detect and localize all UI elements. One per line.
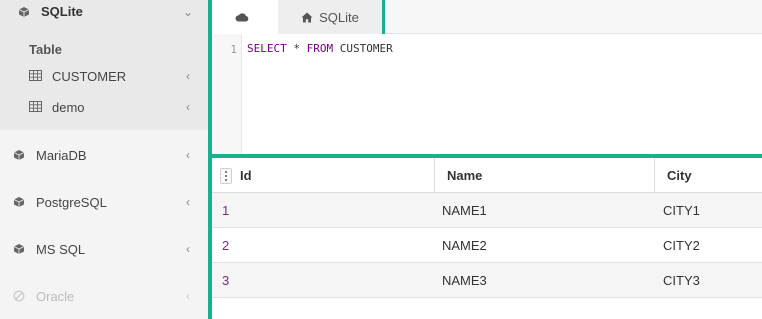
chevron-left-icon: ‹ bbox=[186, 69, 190, 83]
tab-cloud[interactable] bbox=[212, 0, 278, 34]
sidebar-item-postgresql[interactable]: PostgreSQL ‹ bbox=[0, 191, 208, 213]
tab-label: SQLite bbox=[319, 9, 359, 25]
cube-icon bbox=[17, 5, 31, 19]
home-icon bbox=[301, 12, 313, 23]
cube-icon bbox=[12, 242, 26, 256]
cube-icon bbox=[12, 148, 26, 162]
table-row[interactable]: 2 NAME2 CITY2 bbox=[212, 228, 762, 263]
sql-query[interactable]: SELECT * FROM CUSTOMER bbox=[247, 42, 393, 55]
cell-name: NAME3 bbox=[442, 273, 487, 288]
chevron-left-icon: ‹ bbox=[186, 289, 190, 303]
sidebar-item-label: SQLite bbox=[41, 4, 83, 19]
sidebar-item-demo[interactable]: demo ‹ bbox=[29, 97, 208, 117]
table-section-label: Table bbox=[29, 42, 62, 57]
sidebar-item-label: PostgreSQL bbox=[36, 194, 107, 210]
keyword-select: SELECT bbox=[247, 42, 287, 55]
sql-editor[interactable]: 1 SELECT * FROM CUSTOMER bbox=[212, 34, 762, 154]
cell-city: CITY1 bbox=[663, 203, 700, 218]
chevron-left-icon: ‹ bbox=[186, 100, 190, 114]
column-header-city[interactable]: City bbox=[667, 158, 692, 193]
ban-icon bbox=[12, 289, 26, 303]
sidebar-item-mariadb[interactable]: MariaDB ‹ bbox=[0, 144, 208, 166]
sidebar-item-customer[interactable]: CUSTOMER ‹ bbox=[29, 66, 208, 86]
cell-id: 3 bbox=[222, 273, 230, 288]
sidebar-item-mssql[interactable]: MS SQL ‹ bbox=[0, 238, 208, 260]
cell-city: CITY2 bbox=[663, 238, 700, 253]
cell-name: NAME2 bbox=[442, 238, 487, 253]
tab-bar: SQLite bbox=[212, 0, 762, 34]
results-grid: Id Name City 1 NAME1 CITY1 2 NAME2 CITY2… bbox=[212, 158, 762, 319]
chevron-left-icon: ‹ bbox=[186, 148, 190, 162]
active-tab-border bbox=[382, 0, 385, 34]
column-header-id[interactable]: Id bbox=[240, 158, 252, 193]
cell-id: 2 bbox=[222, 238, 230, 253]
tab-sqlite[interactable]: SQLite bbox=[278, 0, 382, 34]
sidebar-item-oracle: Oracle ‹ bbox=[0, 285, 208, 307]
keyword-from: FROM bbox=[306, 42, 334, 55]
cell-city: CITY3 bbox=[663, 273, 700, 288]
sidebar-item-label: CUSTOMER bbox=[52, 68, 127, 84]
query-star: * bbox=[286, 42, 307, 55]
grid-header: Id Name City bbox=[212, 158, 762, 193]
sidebar-item-label: MS SQL bbox=[36, 241, 86, 257]
column-menu-button[interactable] bbox=[220, 168, 232, 184]
sidebar-item-label: MariaDB bbox=[36, 147, 87, 163]
cell-id: 1 bbox=[222, 203, 230, 218]
sidebar-item-label: demo bbox=[52, 99, 85, 115]
table-row[interactable]: 1 NAME1 CITY1 bbox=[212, 193, 762, 228]
column-divider[interactable] bbox=[654, 158, 655, 193]
table-row[interactable]: 3 NAME3 CITY3 bbox=[212, 263, 762, 298]
chevron-left-icon: ‹ bbox=[186, 242, 190, 256]
sidebar: SQLite ⌄ Table CUSTOMER ‹ demo ‹ MariaDB… bbox=[0, 0, 208, 319]
cube-icon bbox=[12, 195, 26, 209]
line-number: 1 bbox=[230, 43, 237, 56]
table-icon bbox=[29, 101, 43, 113]
cloud-icon bbox=[235, 12, 249, 22]
query-table: CUSTOMER bbox=[333, 42, 393, 55]
table-icon bbox=[29, 70, 43, 82]
editor-gutter: 1 bbox=[212, 34, 242, 154]
chevron-down-icon: ⌄ bbox=[182, 4, 194, 19]
chevron-left-icon: ‹ bbox=[186, 195, 190, 209]
cell-name: NAME1 bbox=[442, 203, 487, 218]
column-divider[interactable] bbox=[434, 158, 435, 193]
sidebar-item-label: Oracle bbox=[36, 288, 75, 304]
column-header-name[interactable]: Name bbox=[447, 158, 482, 193]
